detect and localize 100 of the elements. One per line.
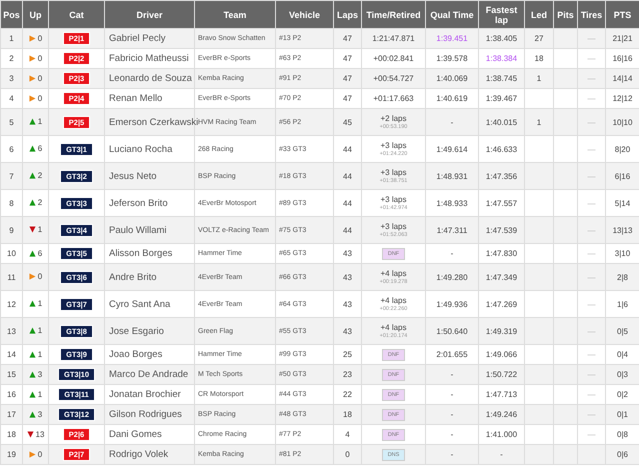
driver-cell: Gabriel Pecly — [104, 28, 194, 48]
position-cell: 3 — [0, 68, 22, 88]
laps-behind-text: +4 laps — [380, 297, 407, 306]
time-text: +00:54.727 — [373, 74, 414, 83]
position-cell: 1 — [0, 28, 22, 48]
fastest-lap-text: 1:47.557 — [486, 198, 518, 208]
tires-cell: — — [578, 68, 606, 88]
position-change-text: 0 — [38, 74, 42, 82]
qual-time-text: 1:50.640 — [436, 326, 468, 336]
laps-behind-text: +3 laps — [380, 142, 407, 151]
laps-behind-text: +4 laps — [380, 270, 407, 279]
laps-cell: 44 — [334, 162, 362, 190]
driver-cell: Rodrigo Volek — [104, 444, 194, 464]
column-header: Fastest lap — [478, 0, 524, 28]
points-cell: 0|6 — [606, 444, 639, 464]
column-header: Team — [194, 0, 276, 28]
laps-behind-text: +4 laps — [380, 324, 407, 333]
points-cell: 10|10 — [606, 108, 639, 136]
fastest-lap-text: 1:47.539 — [486, 226, 518, 234]
driver-cell: Leonardo de Souza — [104, 68, 194, 88]
led-cell: 1 — [524, 68, 554, 88]
down-triangle-icon — [26, 430, 34, 438]
position-change-text: 1 — [38, 117, 42, 126]
tires-cell: — — [578, 108, 606, 136]
points-cell: 13|13 — [606, 216, 639, 244]
tires-cell: — — [578, 28, 606, 48]
qual-time-text: - — [450, 118, 454, 126]
position-change-text: 0 — [38, 94, 42, 102]
laps-cell: 18 — [334, 404, 362, 424]
right-triangle-icon — [28, 273, 36, 280]
position-cell: 9 — [0, 216, 22, 244]
driver-cell: Paulo Willami — [104, 216, 194, 244]
qual-time-text: 2:01.655 — [436, 350, 468, 359]
laps-cell: 44 — [334, 216, 362, 244]
position-cell: 17 — [0, 404, 22, 424]
right-triangle-icon — [28, 94, 36, 102]
position-cell: 5 — [0, 108, 22, 136]
tires-cell: — — [578, 162, 606, 190]
position-change-text: 2 — [38, 171, 42, 180]
column-header: Qual Time — [426, 0, 478, 28]
qual-time-text: - — [450, 370, 454, 379]
column-header: PTS — [606, 0, 639, 28]
points-cell: 2|8 — [606, 264, 639, 290]
laps-behind-text: +2 laps — [380, 115, 407, 124]
laps-behind-text: +3 laps — [380, 223, 407, 232]
up-triangle-icon — [28, 172, 36, 179]
position-change-text: 1 — [38, 350, 42, 358]
up-triangle-icon — [28, 410, 36, 418]
points-cell: 21|21 — [606, 28, 639, 48]
position-change-text: 1 — [38, 326, 42, 335]
up-triangle-icon — [28, 250, 36, 256]
up-triangle-icon — [28, 300, 36, 307]
column-header: Tires — [578, 0, 606, 28]
position-change-text: 6 — [38, 248, 42, 258]
qual-time-text: - — [450, 410, 454, 419]
position-change-text: 0 — [38, 450, 42, 458]
column-header: Cat — [48, 0, 104, 28]
up-triangle-icon — [28, 327, 36, 334]
column-header: Laps — [334, 0, 362, 28]
fastest-lap-text: 1:49.066 — [486, 350, 518, 359]
right-triangle-icon — [28, 34, 36, 42]
fastest-lap-text: 1:38.384 — [486, 54, 518, 63]
qual-time-text: 1:49.280 — [436, 272, 468, 282]
up-triangle-icon — [28, 199, 36, 206]
up-triangle-icon — [28, 350, 36, 358]
qual-time-text: 1:40.619 — [436, 94, 468, 103]
fastest-lap-text: 1:49.246 — [486, 410, 518, 419]
time-text: 1:21:47.871 — [372, 34, 415, 43]
laps-cell: 47 — [334, 68, 362, 88]
position-change-text: 1 — [38, 390, 42, 398]
laps-behind-text: +3 laps — [380, 196, 407, 205]
position-change-text: 13 — [36, 430, 44, 438]
driver-cell: Gilson Rodrigues — [104, 404, 194, 424]
fastest-lap-text: 1:38.745 — [486, 74, 518, 83]
up-triangle-icon — [28, 370, 36, 378]
up-triangle-icon — [28, 118, 36, 125]
time-text: +00:02.841 — [373, 54, 414, 63]
tires-cell: — — [578, 216, 606, 244]
driver-cell: Andre Brito — [104, 264, 194, 290]
fastest-lap-text: 1:47.713 — [486, 390, 518, 399]
position-cell: 11 — [0, 264, 22, 290]
points-cell: 14|14 — [606, 68, 639, 88]
tires-cell: — — [578, 364, 606, 384]
fastest-lap-text: - — [500, 450, 503, 459]
column-header: Up — [22, 0, 48, 28]
qual-time-text: 1:49.614 — [436, 144, 468, 154]
laps-cell: 45 — [334, 108, 362, 136]
column-header: Vehicle — [276, 0, 334, 28]
right-triangle-icon — [28, 54, 36, 62]
down-triangle-icon — [28, 226, 36, 233]
driver-cell: Marco De Andrade — [104, 364, 194, 384]
position-change-text: 3 — [38, 370, 42, 378]
position-change-text: 6 — [38, 144, 42, 153]
up-triangle-icon — [28, 145, 36, 152]
qual-time-text: 1:39.451 — [436, 34, 468, 43]
points-cell: 0|5 — [606, 318, 639, 344]
driver-cell: Jose Esgario — [104, 318, 194, 344]
position-change-text: 2 — [38, 198, 42, 207]
fastest-lap-text: 1:47.830 — [486, 249, 518, 258]
column-header: Time/Retired — [362, 0, 426, 28]
